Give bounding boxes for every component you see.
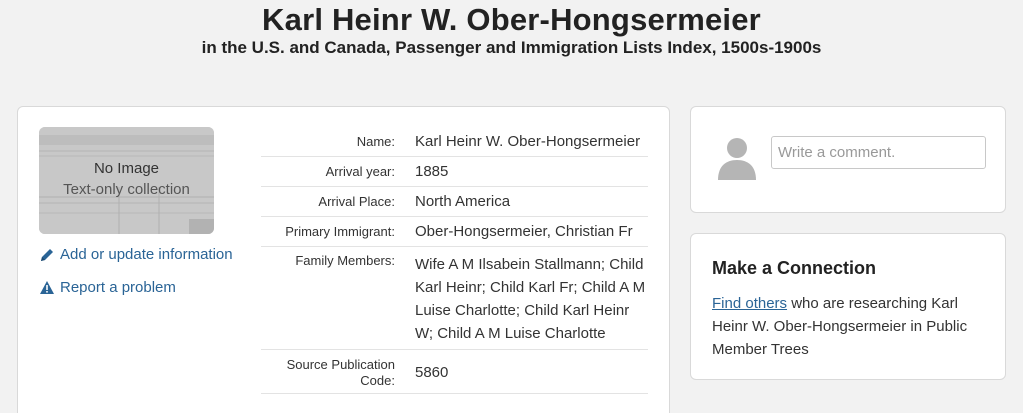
connection-title: Make a Connection bbox=[712, 258, 877, 278]
arrival-year-value: 1885 bbox=[415, 163, 449, 180]
family-members-label: Family Members: bbox=[295, 253, 395, 268]
connection-text: Find others who are researching Karl Hei… bbox=[712, 292, 992, 361]
name-value: Karl Heinr W. Ober-Hongsermeier bbox=[415, 133, 641, 150]
record-card: No Image Text-only collection Add or upd… bbox=[17, 106, 670, 413]
primary-immigrant-label: Primary Immigrant: bbox=[285, 223, 395, 239]
page-header: Karl Heinr W. Ober-Hongsermeier in the U… bbox=[0, 0, 1023, 59]
comment-card bbox=[690, 106, 1006, 213]
find-others-link[interactable]: Find others bbox=[712, 295, 787, 312]
record-row-source-code: Source Publication Code: 5860 bbox=[261, 350, 648, 394]
warning-icon bbox=[40, 280, 54, 294]
arrival-year-label: Arrival year: bbox=[325, 163, 395, 179]
page-title: Karl Heinr W. Ober-Hongsermeier bbox=[262, 2, 761, 37]
record-row-primary-immigrant: Primary Immigrant: Ober-Hongsermeier, Ch… bbox=[261, 217, 648, 247]
record-details-table: Name: Karl Heinr W. Ober-Hongsermeier Ar… bbox=[261, 127, 648, 394]
connection-card: Make a Connection Find others who are re… bbox=[690, 233, 1006, 380]
comment-input[interactable] bbox=[771, 136, 986, 169]
record-row-arrival-place: Arrival Place: North America bbox=[261, 187, 648, 217]
primary-immigrant-value: Ober-Hongsermeier, Christian Fr bbox=[415, 223, 633, 240]
add-update-info-label: Add or update information bbox=[60, 246, 233, 263]
add-update-info-link[interactable]: Add or update information bbox=[39, 246, 233, 263]
family-members-value: Wife A M Ilsabein Stallmann; Child Karl … bbox=[415, 256, 646, 342]
name-label: Name: bbox=[356, 133, 395, 149]
source-code-value: 5860 bbox=[415, 364, 449, 381]
report-problem-link[interactable]: Report a problem bbox=[39, 279, 176, 296]
pencil-icon bbox=[41, 248, 53, 261]
arrival-place-value: North America bbox=[415, 193, 511, 210]
record-row-family-members: Family Members: Wife A M Ilsabein Stallm… bbox=[261, 247, 648, 350]
source-code-label: Source Publication Code: bbox=[286, 357, 395, 388]
no-image-label: No Image Text-only collection bbox=[39, 158, 214, 200]
record-image-placeholder[interactable]: No Image Text-only collection bbox=[39, 127, 214, 234]
collection-type-text: Text-only collection bbox=[63, 181, 190, 198]
record-row-arrival-year: Arrival year: 1885 bbox=[261, 157, 648, 187]
collection-subtitle: in the U.S. and Canada, Passenger and Im… bbox=[201, 38, 822, 57]
report-problem-label: Report a problem bbox=[60, 279, 176, 296]
avatar-icon bbox=[718, 138, 756, 180]
record-row-name: Name: Karl Heinr W. Ober-Hongsermeier bbox=[261, 127, 648, 157]
arrival-place-label: Arrival Place: bbox=[318, 193, 395, 209]
no-image-text: No Image bbox=[93, 160, 160, 177]
